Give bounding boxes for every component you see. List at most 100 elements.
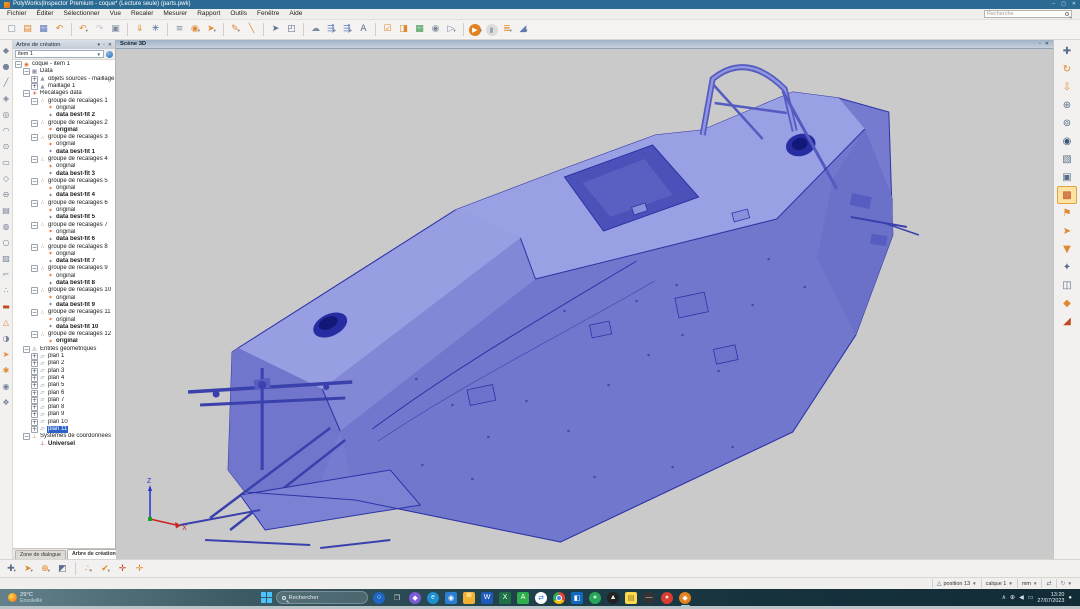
- app-edge[interactable]: e: [426, 590, 441, 605]
- item-selector-dropdown[interactable]: item 1 ▼: [15, 50, 104, 58]
- tree-item[interactable]: +▱plan 4: [13, 375, 115, 382]
- color-map-button[interactable]: ▩: [1057, 186, 1077, 204]
- viewport-close-button[interactable]: ✕: [1045, 41, 1049, 47]
- camera-tool-button[interactable]: ◉: [0, 378, 12, 394]
- minimize-button[interactable]: –: [1052, 0, 1055, 9]
- measure-arm-alt-button[interactable]: ✛: [132, 561, 147, 576]
- expand-icon[interactable]: +: [31, 375, 38, 382]
- collapse-icon[interactable]: −: [31, 309, 38, 316]
- play-macro-button[interactable]: ▶▾: [468, 22, 483, 37]
- viewport-header[interactable]: Scène 3D ▫✕: [116, 40, 1053, 49]
- axes-tool-button[interactable]: ✚▾: [4, 561, 19, 576]
- tree-item[interactable]: −✳Recalages data: [13, 90, 115, 97]
- status-layer-selector[interactable]: calque 1 ▼: [981, 579, 1017, 588]
- feature-rectangle-button[interactable]: ▭: [0, 154, 12, 170]
- tree-item[interactable]: −∴groupe de recalages 2: [13, 119, 115, 126]
- tree-item[interactable]: ✦data best-fit 8: [13, 280, 115, 287]
- spray-deviation-button[interactable]: ⇶▾: [340, 22, 355, 37]
- coordinate-list-button[interactable]: ≡: [172, 22, 187, 37]
- gear-tool-button[interactable]: ✱: [0, 362, 12, 378]
- taskbar-clock[interactable]: 13:20 27/07/2023: [1037, 592, 1064, 604]
- tree-item[interactable]: −∴groupe de recalages 3: [13, 134, 115, 141]
- start-button[interactable]: [261, 592, 272, 603]
- tree-item[interactable]: ✦data best-fit 5: [13, 214, 115, 221]
- weather-widget[interactable]: 29°C Ensoleillé: [0, 592, 110, 604]
- import-data-button[interactable]: ⇓: [132, 22, 147, 37]
- menu-mesurer[interactable]: Mesurer: [158, 9, 192, 19]
- menu-rapport[interactable]: Rapport: [192, 9, 225, 19]
- tree-item[interactable]: ✦data best-fit 9: [13, 302, 115, 309]
- tree-item[interactable]: +▲objets sources - maillage 1: [13, 76, 115, 83]
- measure-distance-button[interactable]: ▬: [0, 298, 12, 314]
- tree-item[interactable]: ✦data best-fit 4: [13, 192, 115, 199]
- app-people[interactable]: ◉: [444, 590, 459, 605]
- tree-item[interactable]: ✶original: [13, 163, 115, 170]
- spray-compare-button[interactable]: ⇶▾: [324, 22, 339, 37]
- expand-icon[interactable]: +: [31, 397, 38, 404]
- brush-select-button[interactable]: ✎▾: [228, 22, 243, 37]
- tree-item[interactable]: ✦data best-fit 6: [13, 236, 115, 243]
- tree-item[interactable]: ✶original: [13, 105, 115, 112]
- close-button[interactable]: ✕: [1072, 0, 1076, 9]
- expand-icon[interactable]: +: [31, 360, 38, 367]
- status-refresh-button[interactable]: ↻ ▼: [1056, 579, 1077, 588]
- checklist-button[interactable]: ☑: [380, 22, 395, 37]
- cloud-mesh-button[interactable]: ☁: [308, 22, 323, 37]
- tree-item[interactable]: ⊥Universel: [13, 440, 115, 447]
- tree-item[interactable]: ✦data best-fit 10: [13, 324, 115, 331]
- feature-ellipse-button[interactable]: ○: [0, 234, 12, 250]
- zoom-window-button[interactable]: ⊕: [1057, 96, 1077, 114]
- feature-plane-button[interactable]: ◈: [0, 90, 12, 106]
- expand-icon[interactable]: +: [31, 83, 38, 90]
- app-excel[interactable]: X: [498, 590, 513, 605]
- tree-item[interactable]: +▱plan 9: [13, 411, 115, 418]
- chevron-up-icon[interactable]: ∧: [1002, 594, 1006, 601]
- tree-item[interactable]: ✶original: [13, 229, 115, 236]
- probe-gun-button[interactable]: ➤▾: [21, 561, 36, 576]
- drop-object-button[interactable]: ⇩: [1057, 78, 1077, 96]
- scene-3d-canvas[interactable]: Z X: [116, 49, 1053, 559]
- new-file-button[interactable]: ▢: [4, 22, 19, 37]
- tree-item[interactable]: −▦Data: [13, 68, 115, 75]
- collapse-icon[interactable]: −: [31, 178, 38, 185]
- probe-pen-button[interactable]: ╲: [244, 22, 259, 37]
- measure-arm-button[interactable]: ✛: [115, 561, 130, 576]
- device-tool-button[interactable]: ➤: [0, 346, 12, 362]
- tree-item[interactable]: ✶original: [13, 207, 115, 214]
- tree-item[interactable]: −∴groupe de recalages 9: [13, 265, 115, 272]
- collapse-icon[interactable]: −: [23, 90, 30, 97]
- collapse-icon[interactable]: −: [23, 346, 30, 353]
- app-polyworks[interactable]: ◆: [678, 590, 693, 605]
- app-terminal[interactable]: —: [642, 590, 657, 605]
- tree-item[interactable]: −∴groupe de recalages 8: [13, 243, 115, 250]
- tree-item[interactable]: ✶original: [13, 295, 115, 302]
- expand-icon[interactable]: +: [31, 368, 38, 375]
- panel-close-button[interactable]: ✕: [108, 42, 112, 48]
- expand-icon[interactable]: +: [31, 382, 38, 389]
- tree-item[interactable]: ✶original: [13, 127, 115, 134]
- app-outlook[interactable]: ◧: [570, 590, 585, 605]
- gauge-tool-button[interactable]: ◑: [0, 330, 12, 346]
- expand-icon[interactable]: +: [31, 404, 38, 411]
- tree-item[interactable]: ✦data best-fit 1: [13, 149, 115, 156]
- viewport-pin-button[interactable]: ▫: [1039, 41, 1041, 47]
- collapse-icon[interactable]: −: [31, 120, 38, 127]
- open-project-button[interactable]: ▤: [20, 22, 35, 37]
- zoom-region-button[interactable]: ◰: [284, 22, 299, 37]
- feature-line-button[interactable]: ╱: [0, 74, 12, 90]
- panel-menu-button[interactable]: ▾: [98, 42, 101, 48]
- collapse-icon[interactable]: −: [31, 287, 38, 294]
- save-button[interactable]: ▦: [36, 22, 51, 37]
- taskbar-search[interactable]: Rechercher: [276, 591, 368, 604]
- item-info-button[interactable]: [106, 51, 113, 58]
- sequence-list-button[interactable]: ≣▾: [500, 22, 515, 37]
- expand-icon[interactable]: +: [31, 390, 38, 397]
- expand-icon[interactable]: +: [31, 353, 38, 360]
- feature-point-button[interactable]: ●: [0, 58, 12, 74]
- collapse-icon[interactable]: −: [23, 68, 30, 75]
- points-cluster-button[interactable]: ∴▾: [81, 561, 96, 576]
- feature-arc-button[interactable]: ◠: [0, 122, 12, 138]
- feature-cylinder-button[interactable]: ⊙: [0, 138, 12, 154]
- app-upload[interactable]: ▲: [606, 590, 621, 605]
- panel-pin-button[interactable]: ▫: [103, 42, 105, 48]
